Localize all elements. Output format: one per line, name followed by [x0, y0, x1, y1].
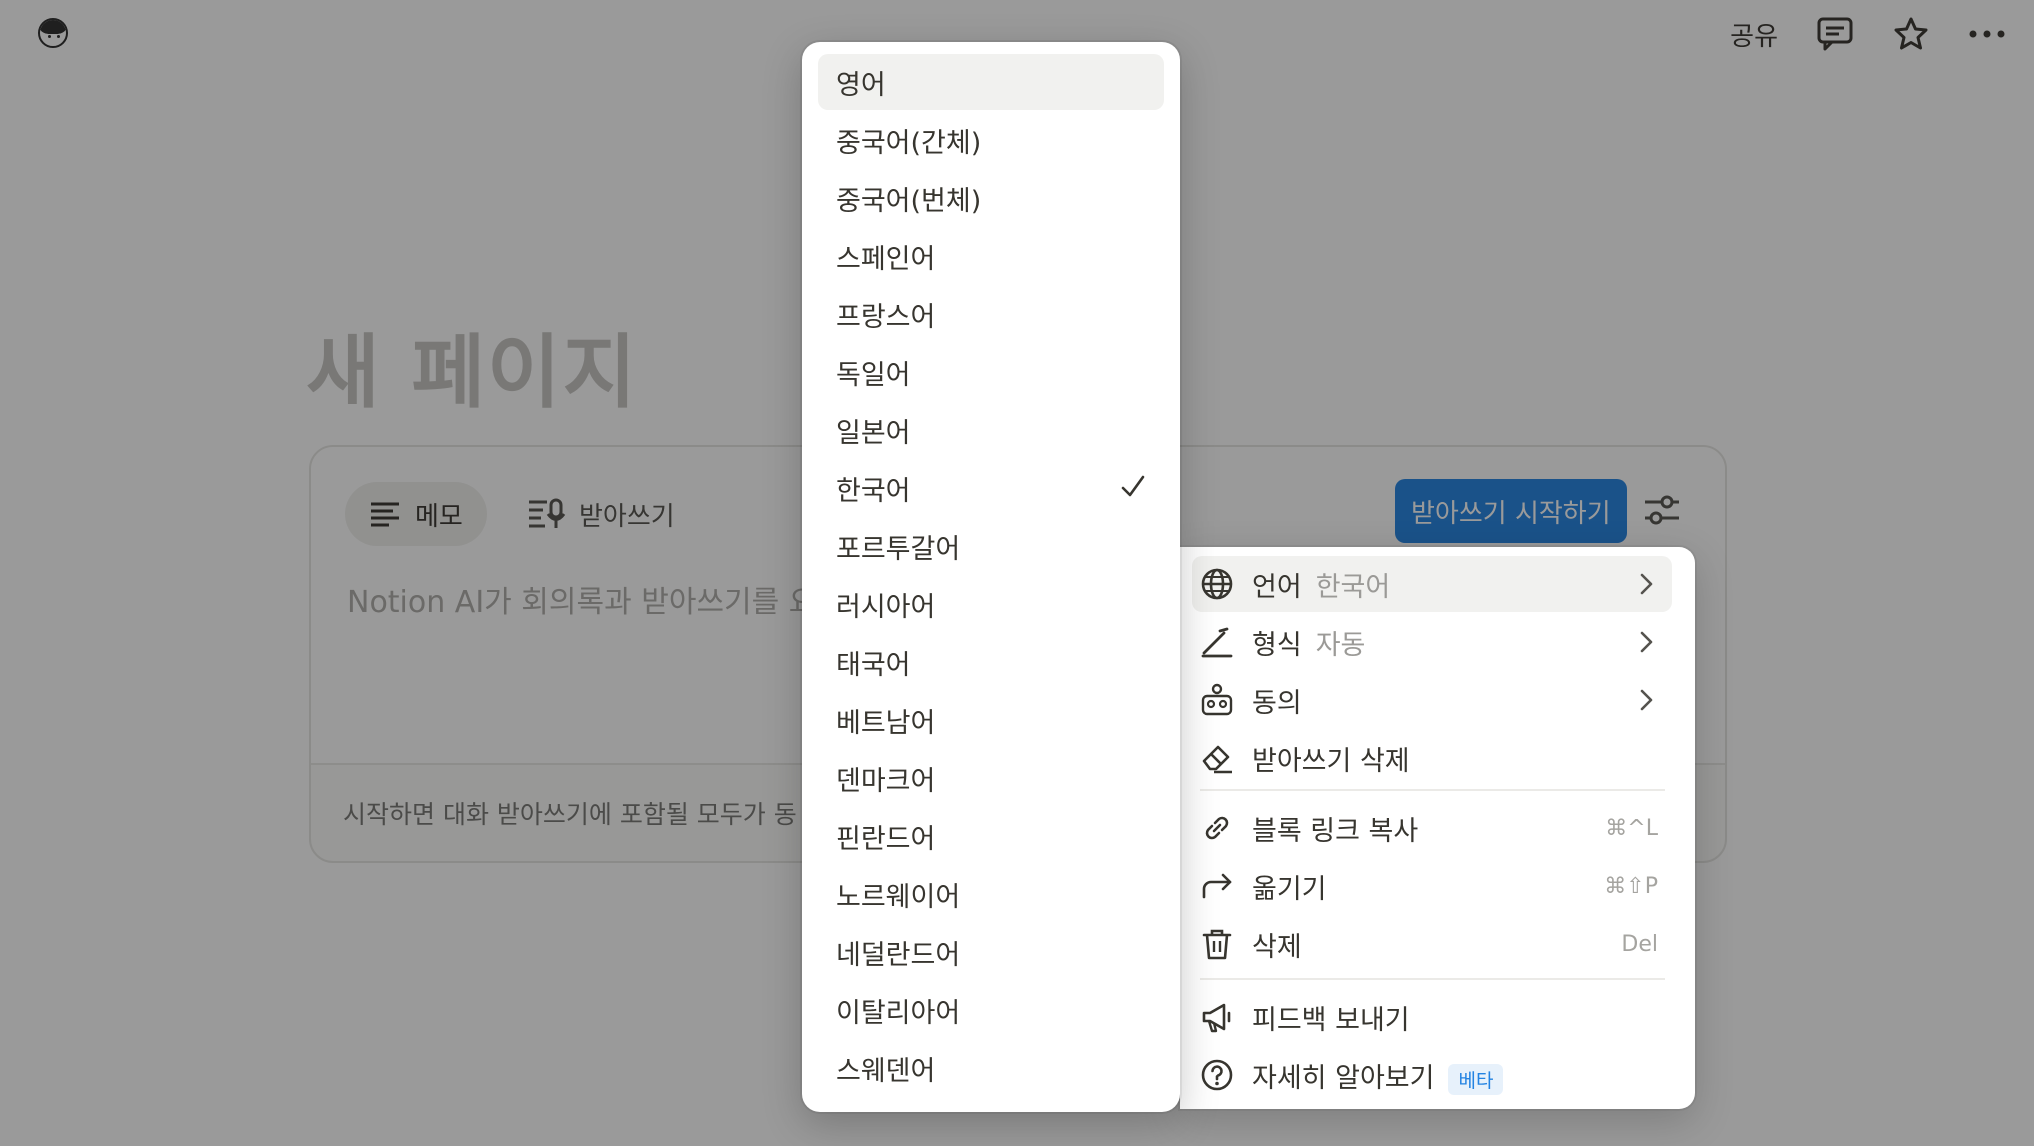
menu-item-copy-link[interactable]: 블록 링크 복사 ⌘^L — [1192, 800, 1672, 856]
language-option-label: 일본어 — [836, 417, 911, 449]
consent-label: 동의 — [1252, 687, 1302, 719]
trash-icon — [1202, 929, 1232, 960]
language-option-label: 스페인어 — [836, 243, 936, 275]
language-option[interactable]: 네덜란드어 — [818, 924, 1164, 980]
menu-divider — [1200, 789, 1665, 791]
delete-transcript-label: 받아쓰기 삭제 — [1252, 745, 1410, 777]
delete-shortcut: Del — [1621, 931, 1658, 957]
menu-item-language[interactable]: 언어 한국어 — [1192, 556, 1672, 612]
menu-item-format[interactable]: 형식 자동 — [1192, 614, 1672, 670]
learn-more-label: 자세히 알아보기 — [1252, 1062, 1435, 1094]
language-option-label: 태국어 — [836, 649, 911, 681]
language-option[interactable]: 중국어(번체) — [818, 170, 1164, 226]
menu-divider — [1200, 978, 1665, 980]
language-option[interactable]: 태국어 — [818, 634, 1164, 690]
language-option[interactable]: 스페인어 — [818, 228, 1164, 284]
menu-item-delete-transcript[interactable]: 받아쓰기 삭제 — [1192, 730, 1672, 786]
help-circle-icon — [1201, 1059, 1233, 1091]
language-option-label: 독일어 — [836, 359, 911, 391]
language-option[interactable]: 한국어 — [818, 460, 1164, 516]
format-value: 자동 — [1315, 629, 1366, 661]
language-option-label: 스웨덴어 — [836, 1055, 936, 1087]
language-option-label: 중국어(간체) — [836, 127, 982, 159]
language-value: 한국어 — [1315, 571, 1391, 603]
language-option[interactable]: 프랑스어 — [818, 286, 1164, 342]
language-option-label: 네덜란드어 — [836, 939, 961, 971]
megaphone-icon — [1202, 1003, 1231, 1033]
chevron-right-icon — [1640, 631, 1653, 653]
language-option-label: 핀란드어 — [836, 823, 936, 855]
language-option[interactable]: 러시아어 — [818, 576, 1164, 632]
language-option-label: 프랑스어 — [836, 301, 936, 333]
language-option-label: 한국어 — [836, 475, 911, 507]
language-option[interactable]: 덴마크어 — [818, 750, 1164, 806]
people-consent-icon — [1201, 683, 1233, 716]
language-option[interactable]: 일본어 — [818, 402, 1164, 458]
language-option-label: 이탈리아어 — [836, 997, 961, 1029]
language-option-label: 포르투갈어 — [836, 533, 961, 565]
language-option[interactable]: 노르웨이어 — [818, 866, 1164, 922]
language-option-label: 노르웨이어 — [836, 881, 961, 913]
feedback-label: 피드백 보내기 — [1252, 1004, 1410, 1036]
chevron-right-icon — [1640, 573, 1653, 595]
language-option[interactable]: 영어 — [818, 54, 1164, 110]
block-options-menu: 언어 한국어 형식 자동 동의 받아쓰기 삭제 블록 링크 복사 ⌘^L 옮기기 ⌘… — [1180, 547, 1695, 1109]
chevron-right-icon — [1640, 689, 1653, 711]
app-window: 공유 새 페이지 메모 받아쓰기 받아쓰기 시작하기 Notion AI가 회의… — [0, 0, 2034, 1146]
menu-item-move[interactable]: 옮기기 ⌘⇧P — [1192, 858, 1672, 914]
menu-item-consent[interactable]: 동의 — [1192, 672, 1672, 728]
menu-item-feedback[interactable]: 피드백 보내기 — [1192, 989, 1672, 1045]
language-option-label: 러시아어 — [836, 591, 936, 623]
delete-label: 삭제 — [1252, 931, 1302, 963]
move-label: 옮기기 — [1252, 873, 1327, 905]
language-option[interactable]: 중국어(간체) — [818, 112, 1164, 168]
language-submenu: 영어중국어(간체) 중국어(번체) 스페인어프랑스어독일어일본어한국어포르투갈어러시… — [802, 42, 1180, 1112]
language-option[interactable]: 독일어 — [818, 344, 1164, 400]
language-option[interactable]: 핀란드어 — [818, 808, 1164, 864]
copy-link-shortcut: ⌘^L — [1605, 815, 1658, 841]
language-option-label: 중국어(번체) — [836, 185, 982, 217]
format-label: 형식 — [1252, 629, 1302, 661]
menu-item-delete[interactable]: 삭제 Del — [1192, 916, 1672, 972]
language-option[interactable]: 포르투갈어 — [818, 518, 1164, 574]
checkmark-icon — [1121, 475, 1145, 497]
eraser-icon — [1202, 745, 1232, 774]
language-option-label: 영어 — [836, 69, 886, 101]
beta-badge: 베타 — [1448, 1063, 1504, 1095]
language-label: 언어 — [1252, 571, 1302, 603]
language-option[interactable]: 베트남어 — [818, 692, 1164, 748]
move-arrow-icon — [1202, 873, 1232, 899]
language-option-label: 베트남어 — [836, 707, 936, 739]
copy-link-label: 블록 링크 복사 — [1252, 815, 1419, 847]
language-option[interactable]: 스웨덴어 — [818, 1040, 1164, 1096]
globe-icon — [1201, 568, 1233, 600]
link-icon — [1205, 816, 1229, 840]
move-shortcut: ⌘⇧P — [1604, 873, 1658, 899]
menu-item-learn-more[interactable]: 자세히 알아보기 베타 — [1192, 1047, 1672, 1103]
language-option[interactable]: 이탈리아어 — [818, 982, 1164, 1038]
pen-format-icon — [1201, 627, 1233, 658]
language-option-label: 덴마크어 — [836, 765, 936, 797]
